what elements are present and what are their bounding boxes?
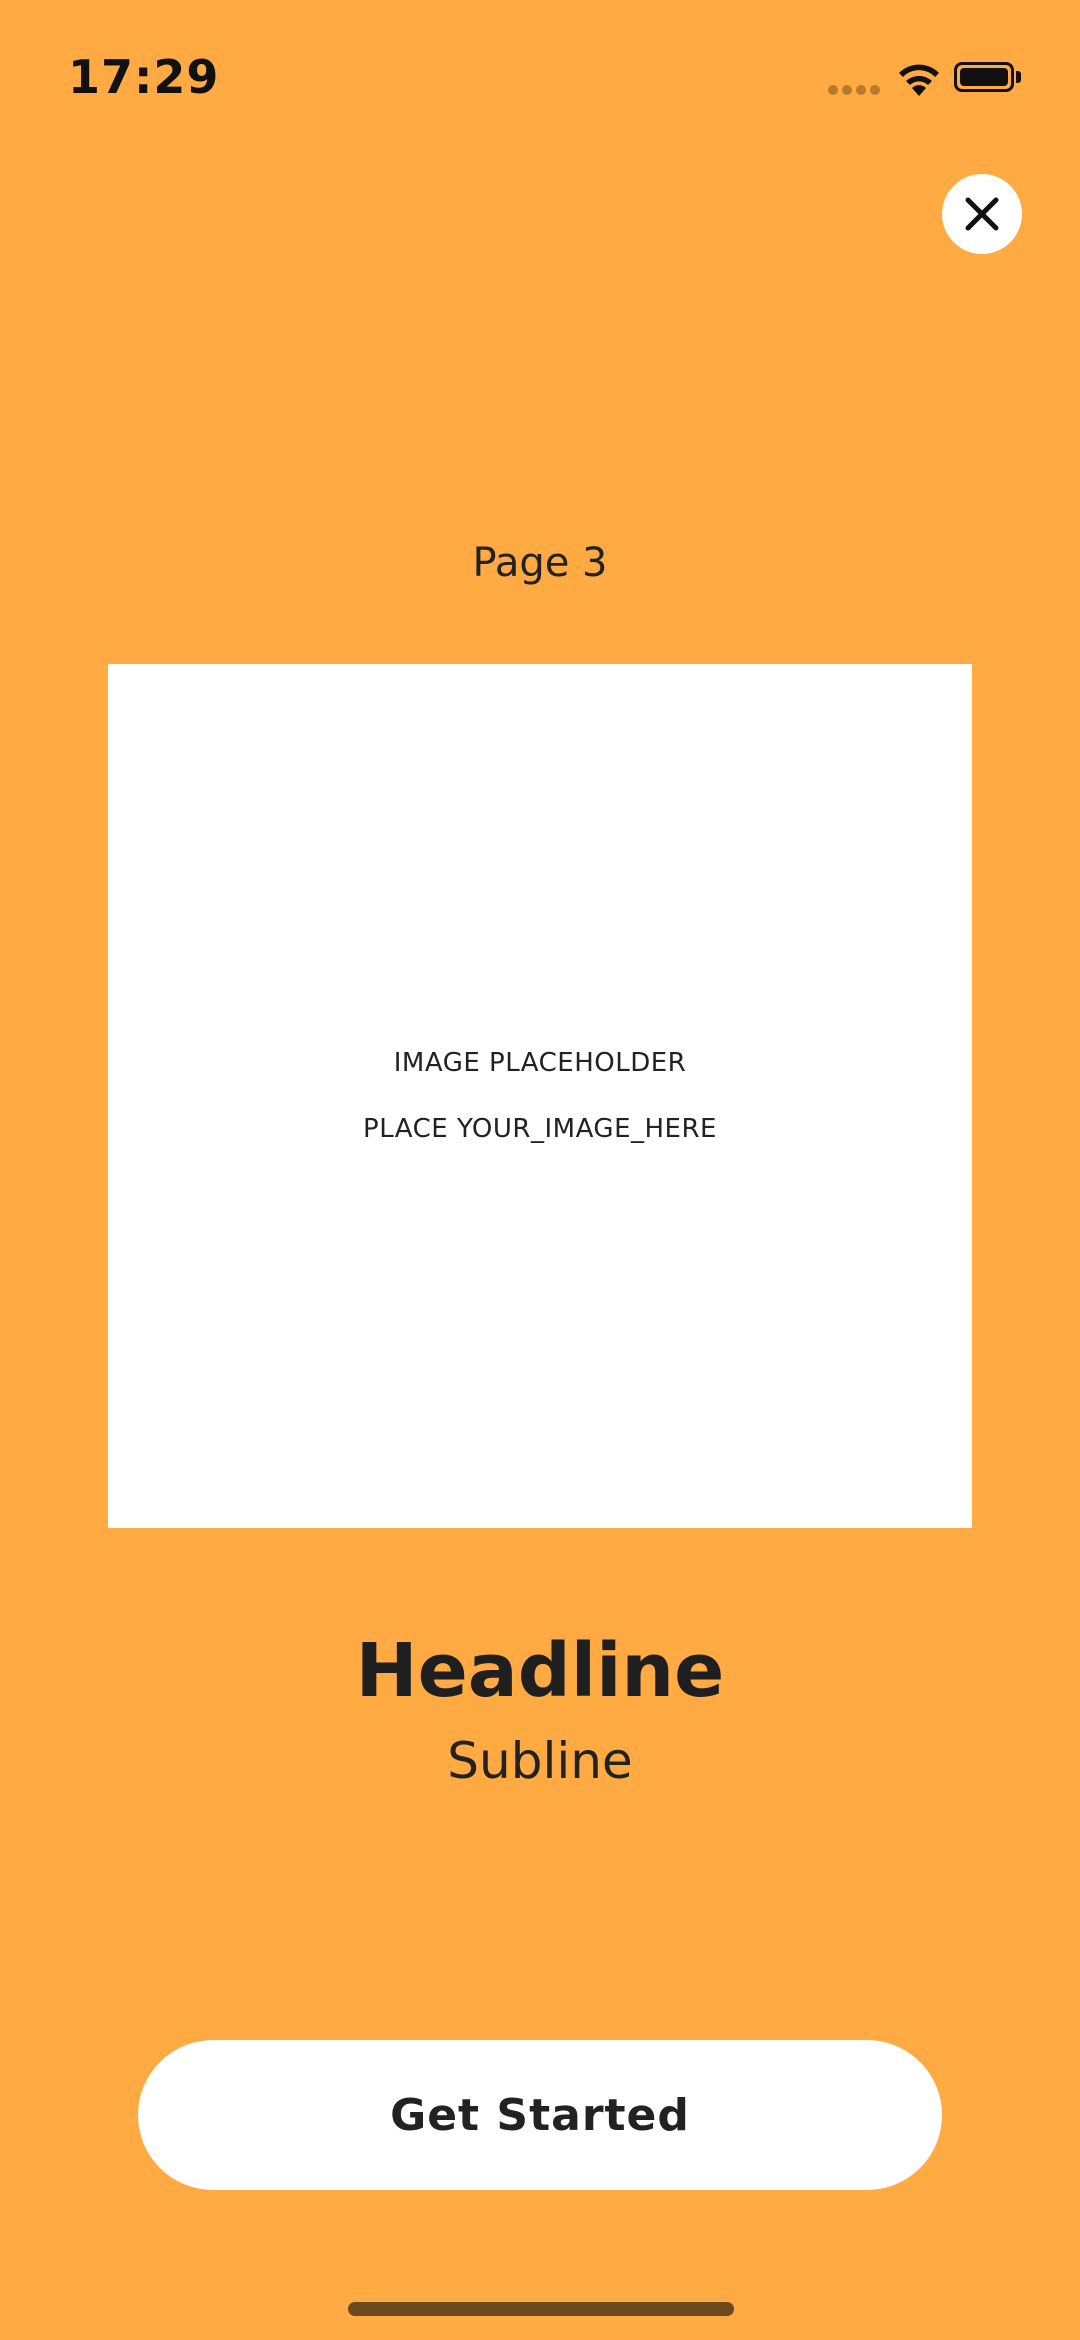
get-started-button[interactable]: Get Started	[138, 2040, 942, 2190]
image-placeholder: IMAGE PLACEHOLDER PLACE YOUR_IMAGE_HERE	[108, 664, 972, 1528]
image-placeholder-title: IMAGE PLACEHOLDER	[393, 1048, 687, 1078]
battery-icon	[954, 62, 1014, 92]
home-indicator[interactable]	[348, 2302, 734, 2316]
close-icon	[965, 197, 999, 231]
subline: Subline	[447, 1732, 633, 1790]
status-time: 17:29	[68, 50, 220, 104]
image-placeholder-hint: PLACE YOUR_IMAGE_HERE	[363, 1114, 717, 1144]
headline: Headline	[355, 1628, 725, 1714]
close-button[interactable]	[942, 174, 1022, 254]
wifi-icon	[899, 64, 939, 96]
status-icons	[828, 56, 1048, 100]
cellular-signal-icon	[828, 85, 880, 95]
page-label: Page 3	[472, 540, 608, 586]
